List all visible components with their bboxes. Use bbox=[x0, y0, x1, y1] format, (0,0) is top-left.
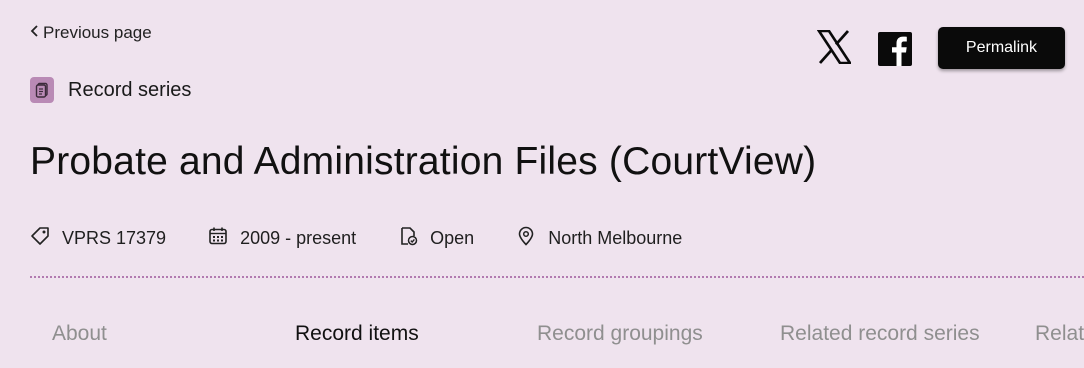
tab-record-groupings[interactable]: Record groupings bbox=[537, 322, 703, 346]
previous-page-link[interactable]: Previous page bbox=[30, 23, 152, 43]
tag-icon bbox=[30, 226, 50, 251]
record-tabs: About Record items Record groupings Rela… bbox=[0, 322, 1084, 352]
meta-series-number: VPRS 17379 bbox=[30, 226, 166, 251]
calendar-icon bbox=[208, 226, 228, 251]
chevron-left-icon bbox=[30, 24, 39, 42]
meta-location: North Melbourne bbox=[516, 226, 682, 251]
meta-date-range: 2009 - present bbox=[208, 226, 356, 251]
tab-about[interactable]: About bbox=[52, 322, 107, 346]
record-type: Record series bbox=[30, 77, 191, 103]
record-type-label: Record series bbox=[68, 78, 192, 101]
x-logo-icon[interactable] bbox=[816, 29, 853, 69]
metadata-row: VPRS 17379 2009 - present Open North Mel… bbox=[30, 226, 724, 251]
location-pin-icon bbox=[516, 226, 536, 251]
page-title: Probate and Administration Files (CourtV… bbox=[30, 140, 817, 183]
facebook-icon[interactable] bbox=[878, 32, 912, 71]
permalink-button[interactable]: Permalink bbox=[938, 27, 1065, 69]
meta-access-status-text: Open bbox=[430, 228, 475, 248]
tab-record-items[interactable]: Record items bbox=[295, 322, 419, 346]
meta-location-text: North Melbourne bbox=[548, 228, 683, 248]
open-access-icon bbox=[398, 226, 418, 251]
tab-related-truncated[interactable]: Relat bbox=[1035, 322, 1084, 346]
document-icon bbox=[30, 77, 54, 103]
previous-page-label: Previous page bbox=[43, 23, 152, 42]
divider bbox=[30, 276, 1084, 278]
meta-access-status: Open bbox=[398, 226, 474, 251]
tab-related-record-series[interactable]: Related record series bbox=[780, 322, 980, 346]
meta-date-range-text: 2009 - present bbox=[240, 228, 357, 248]
meta-series-number-text: VPRS 17379 bbox=[62, 228, 167, 248]
